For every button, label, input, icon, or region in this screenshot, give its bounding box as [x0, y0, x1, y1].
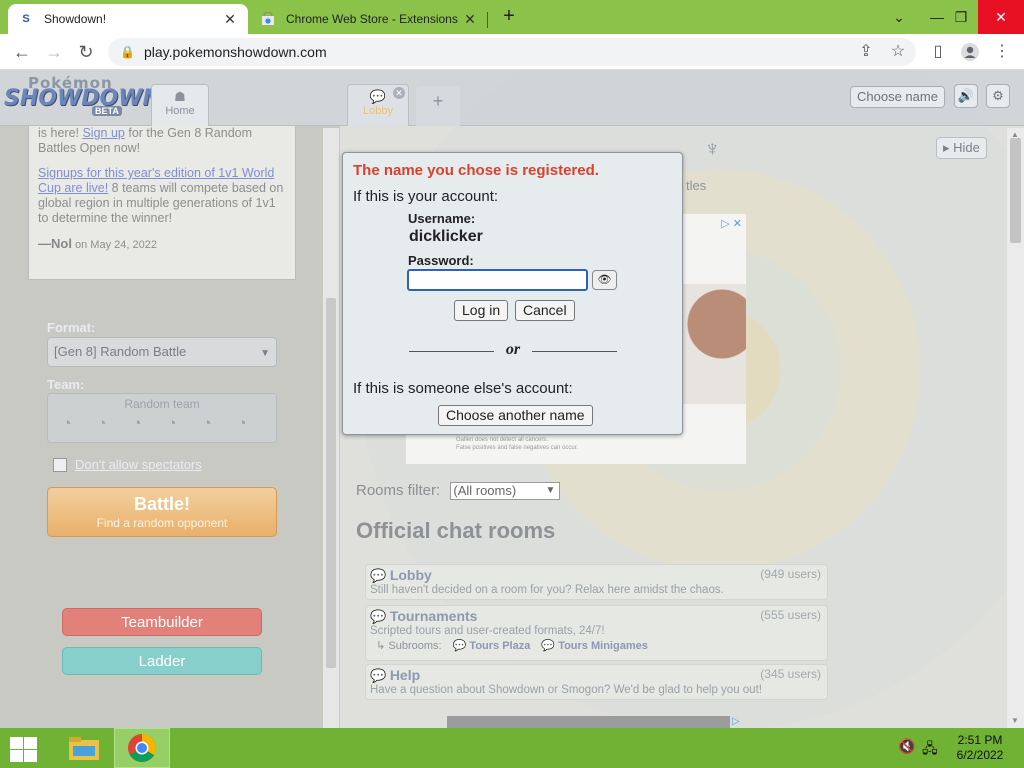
showdown-page: Pokémon SHOWDOWN BETA ☗ Home 💬 Lobby ✕ +…: [0, 70, 1024, 728]
or-divider: or: [409, 341, 617, 359]
volume-muted-icon[interactable]: 🔇: [898, 738, 915, 755]
spectators-checkbox[interactable]: [53, 457, 67, 472]
room-help[interactable]: 💬 Help (345 users) Have a question about…: [365, 664, 828, 700]
forward-arrow-icon[interactable]: →: [42, 40, 66, 64]
right-scrollbar[interactable]: [1007, 128, 1024, 728]
ad-image: [682, 284, 746, 404]
registered-warning: The name you chose is registered.: [353, 162, 599, 179]
share-icon[interactable]: ⇪: [854, 40, 878, 64]
pokemon-placeholder-icon: ◔: [237, 415, 247, 432]
official-rooms-heading: Official chat rooms: [356, 518, 556, 543]
chrome-web-store-favicon-icon: [260, 11, 276, 27]
caret-right-icon: ▸: [943, 140, 950, 155]
password-input[interactable]: [407, 269, 588, 291]
news-box: is here! Sign up for the Gen 8 Random Ba…: [28, 126, 296, 280]
team-select[interactable]: Random team ◔ ◔ ◔ ◔ ◔ ◔: [47, 393, 277, 443]
someone-else-text: If this is someone else's account:: [353, 380, 573, 397]
team-label: Team:: [47, 377, 85, 392]
login-dialog: The name you chose is registered. If thi…: [342, 152, 683, 435]
profile-avatar-icon[interactable]: [958, 40, 982, 64]
choose-name-button[interactable]: Choose name: [850, 86, 945, 108]
chat-bubble-icon: 💬: [370, 568, 387, 583]
bottom-advertisement[interactable]: [447, 716, 730, 728]
login-button[interactable]: Log in: [454, 300, 509, 321]
showdown-logo[interactable]: Pokémon SHOWDOWN BETA: [4, 74, 161, 120]
scroll-down-arrow-icon[interactable]: ▼: [1011, 716, 1019, 725]
chrome-taskbar-icon[interactable]: [114, 728, 170, 768]
settings-gear-icon[interactable]: ⚙: [986, 84, 1010, 108]
system-clock[interactable]: 2:51 PM 6/2/2022: [950, 733, 1010, 763]
hide-button[interactable]: ▸ Hide: [936, 137, 987, 159]
chat-bubble-icon: 💬: [370, 668, 387, 683]
pokemon-placeholder-icon: ◔: [62, 415, 72, 432]
showdown-header: Pokémon SHOWDOWN BETA ☗ Home 💬 Lobby ✕ +…: [0, 70, 1024, 126]
subroom-tours-plaza[interactable]: 💬 Tours Plaza: [453, 640, 531, 652]
pokemon-placeholder-icon: ◔: [132, 415, 142, 432]
tab-showdown[interactable]: S Showdown! ✕: [8, 4, 248, 34]
room-tournaments[interactable]: 💬 Tournaments (555 users) Scripted tours…: [365, 605, 828, 661]
pokemon-placeholder-icon: ◔: [202, 415, 212, 432]
format-select[interactable]: [Gen 8] Random Battle ▼: [47, 337, 277, 367]
news-author: —Nol: [38, 236, 72, 251]
tab-title: Chrome Web Store - Extensions: [286, 12, 458, 26]
show-password-eye-icon[interactable]: 👁: [592, 270, 617, 290]
side-panel-icon[interactable]: ▯: [926, 40, 950, 64]
network-icon[interactable]: 🖧: [922, 738, 938, 762]
ladder-button[interactable]: Ladder: [62, 647, 262, 675]
tab-close-icon[interactable]: ✕: [222, 11, 238, 28]
back-arrow-icon[interactable]: ←: [10, 40, 34, 64]
close-lobby-icon[interactable]: ✕: [393, 87, 405, 99]
your-account-text: If this is your account:: [353, 188, 499, 205]
username-value: dicklicker: [409, 228, 483, 245]
room-lobby[interactable]: 💬 Lobby (949 users) Still haven't decide…: [365, 564, 828, 600]
battle-button[interactable]: Battle! Find a random opponent: [47, 487, 277, 537]
battles-peek-text: tles: [686, 178, 707, 193]
pokemon-placeholder-icon: ◔: [97, 415, 107, 432]
left-scrollbar[interactable]: [323, 128, 339, 728]
lock-icon[interactable]: 🔒: [120, 45, 135, 59]
password-label: Password:: [408, 253, 474, 268]
browser-toolbar: ← → ↻ 🔒 play.pokemonshowdown.com ⇪ ☆ ▯ ⋮: [0, 34, 1024, 70]
subroom-tours-minigames[interactable]: 💬 Tours Minigames: [541, 640, 647, 652]
bookmark-star-icon[interactable]: ☆: [886, 40, 910, 64]
url-text: play.pokemonshowdown.com: [144, 44, 327, 60]
new-tab-button[interactable]: +: [498, 6, 520, 28]
browser-tabstrip: S Showdown! ✕ Chrome Web Store - Extensi…: [0, 0, 1024, 34]
address-bar[interactable]: 🔒 play.pokemonshowdown.com: [108, 38, 916, 66]
signup-link[interactable]: Sign up: [82, 126, 124, 140]
news-date: on May 24, 2022: [75, 239, 157, 251]
rooms-filter-select[interactable]: (All rooms) ▼: [450, 482, 561, 500]
windows-start-icon[interactable]: [8, 736, 38, 762]
pokemon-placeholder-icon: ◔: [167, 415, 177, 432]
new-room-button[interactable]: +: [416, 86, 460, 126]
spectators-checkbox-row[interactable]: Don't allow spectators: [53, 457, 202, 472]
tab-home[interactable]: ☗ Home: [151, 84, 209, 126]
chat-bubble-icon: 💬: [370, 609, 387, 624]
dropdown-arrow-icon: ▼: [545, 485, 556, 496]
sound-icon[interactable]: 🔊: [954, 84, 978, 108]
chrome-menu-icon[interactable]: ⋮: [990, 40, 1014, 64]
scroll-up-arrow-icon[interactable]: ▲: [1011, 130, 1019, 139]
format-label: Format:: [47, 320, 96, 335]
file-explorer-icon[interactable]: [56, 728, 112, 768]
tab-lobby[interactable]: 💬 Lobby ✕: [347, 84, 409, 126]
close-window-button[interactable]: ✕: [978, 0, 1024, 34]
tab-title: Showdown!: [44, 12, 107, 26]
cancel-button[interactable]: Cancel: [515, 300, 575, 321]
teambuilder-button[interactable]: Teambuilder: [62, 608, 262, 636]
home-icon: ☗: [174, 89, 186, 104]
tab-close-icon[interactable]: ✕: [462, 11, 478, 28]
adchoices-icon[interactable]: ▷: [732, 716, 740, 727]
pokemon-sprite-icon: ♆: [704, 136, 721, 161]
windows-taskbar: 🔇 🖧 2:51 PM 6/2/2022: [0, 728, 1024, 768]
reload-icon[interactable]: ↻: [74, 40, 98, 64]
tab-chrome-web-store[interactable]: Chrome Web Store - Extensions ✕: [250, 4, 488, 34]
rooms-filter: Rooms filter: (All rooms) ▼: [356, 482, 561, 500]
showdown-favicon-icon: S: [22, 13, 30, 25]
username-label: Username:: [408, 211, 476, 226]
dropdown-arrow-icon: ▼: [260, 348, 270, 359]
choose-another-name-button[interactable]: Choose another name: [438, 405, 593, 426]
adchoices-icon[interactable]: ▷ ✕: [721, 217, 742, 230]
